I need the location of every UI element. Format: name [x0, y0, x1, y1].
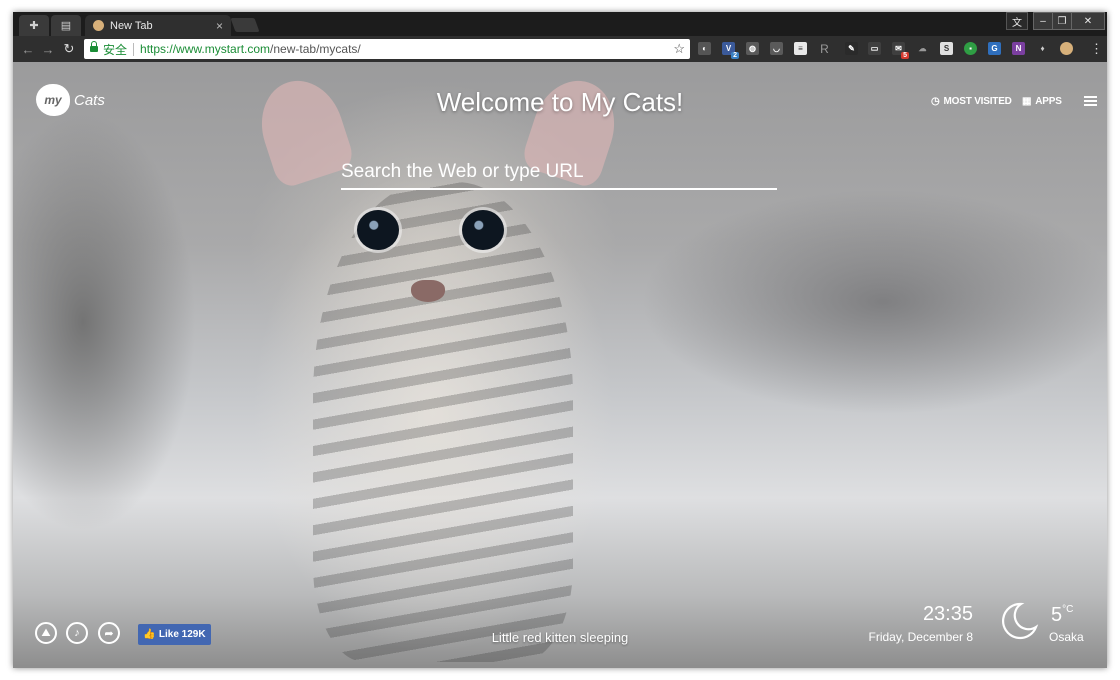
apps-link[interactable]: ▦ APPS [1022, 96, 1062, 107]
close-window-button[interactable]: ✕ [1071, 12, 1105, 30]
most-visited-link[interactable]: ◷ MOST VISITED [931, 96, 1012, 107]
tab-calendar[interactable]: ▤ [51, 15, 81, 36]
extension-cloud-icon[interactable]: ☁ [916, 42, 929, 55]
extension-user-icon[interactable]: ♦ [1036, 42, 1049, 55]
star-icon[interactable]: ☆ [673, 41, 685, 57]
kitten-fur [313, 182, 573, 662]
back-icon[interactable]: ← [19, 40, 37, 58]
tab-strip: ✚ ▤ New Tab × 文 – ❐ ✕ [13, 12, 1107, 36]
extension-reader-icon[interactable]: R [818, 42, 831, 56]
browser-toolbar: ← → ↻ 安全 https://www.mystart.com/new-tab… [13, 36, 1107, 62]
kitten-nose [411, 280, 445, 302]
clock-icon: ◷ [931, 96, 940, 107]
search-input[interactable] [341, 156, 777, 190]
tab-close-icon[interactable]: × [216, 19, 223, 33]
clock-date: Friday, December 8 [868, 630, 973, 644]
tab-new-tab[interactable]: New Tab × [85, 15, 231, 36]
address-bar[interactable]: 安全 https://www.mystart.com/new-tab/mycat… [84, 39, 690, 59]
new-tab-page: my Cats Welcome to My Cats! ◷ MOST VISIT… [13, 62, 1107, 668]
secure-label: 安全 [103, 42, 128, 57]
extension-mystart-icon[interactable] [1060, 42, 1073, 55]
extension-notes-icon[interactable]: ≡ [794, 42, 807, 55]
lock-icon [90, 40, 98, 54]
mail-badge: 5 [901, 52, 909, 59]
grid-icon: ▦ [1022, 96, 1032, 107]
extension-s-icon[interactable]: S [940, 42, 953, 55]
url-host: https://www.mystart.com [140, 42, 271, 56]
kitten-eye-right [462, 210, 504, 250]
puzzle-icon: ✚ [29, 20, 39, 32]
restore-button[interactable]: ❐ [1052, 12, 1072, 30]
extension-onenote-icon[interactable]: N [1012, 42, 1025, 55]
new-tab-button[interactable] [230, 18, 260, 32]
apps-label: APPS [1035, 96, 1062, 107]
extension-mail-icon[interactable]: ✉ 5 [892, 42, 909, 59]
forward-icon[interactable]: → [39, 40, 57, 58]
extension-evernote-icon[interactable]: ◐ [698, 42, 711, 55]
temperature-unit: °C [1062, 604, 1074, 615]
extension-vpn-icon[interactable]: V2 [722, 42, 739, 59]
calendar-icon: ▤ [60, 20, 72, 32]
weather-city: Osaka [1049, 630, 1084, 644]
vpn-badge: 2 [731, 52, 739, 59]
reload-icon[interactable]: ↻ [60, 40, 78, 58]
menu-icon[interactable] [1084, 96, 1097, 106]
kitten-eye-left [357, 210, 399, 250]
browser-menu-icon[interactable]: ⋮ [1090, 42, 1103, 56]
clock-time: 23:35 [922, 603, 973, 625]
extension-green-icon[interactable]: ▪ [964, 42, 977, 55]
extension-pin-icon[interactable]: ◍ [746, 42, 759, 55]
weather-temperature: 5°C [1051, 604, 1073, 627]
extension-screen-icon[interactable]: ▭ [868, 42, 881, 55]
extension-color-picker-icon[interactable]: ✎ [845, 42, 858, 55]
most-visited-label: MOST VISITED [943, 96, 1012, 107]
address-separator [133, 42, 135, 56]
tab-title: New Tab [110, 19, 153, 32]
tab-extensions[interactable]: ✚ [19, 15, 49, 36]
tab-favicon-icon [93, 20, 104, 31]
extension-translate-icon[interactable]: G [988, 42, 1001, 55]
minimize-button[interactable]: – [1033, 12, 1053, 30]
temperature-value: 5 [1051, 604, 1063, 626]
browser-window: ✚ ▤ New Tab × 文 – ❐ ✕ ← → ↻ 安全 https://w… [13, 12, 1107, 668]
ime-button[interactable]: 文 [1006, 12, 1028, 30]
url-path: /new-tab/mycats/ [270, 42, 361, 56]
extension-pocket-icon[interactable]: ◡ [770, 42, 783, 55]
moon-icon [1002, 602, 1039, 640]
